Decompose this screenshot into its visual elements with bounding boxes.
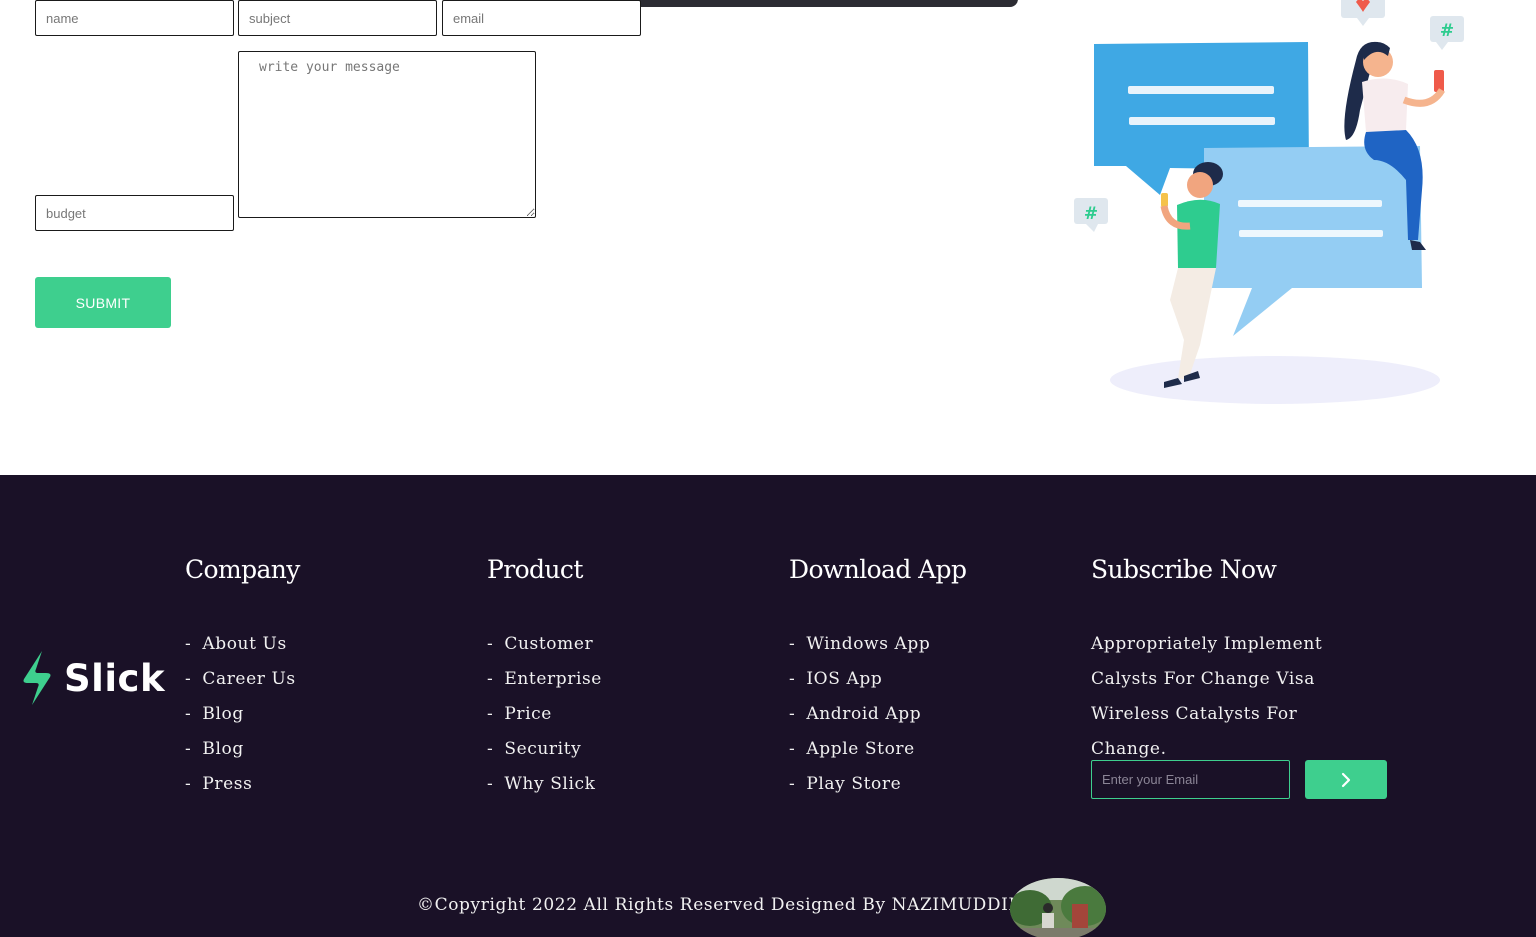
link-label: Security: [504, 739, 582, 759]
logo-text: Slick: [64, 656, 166, 700]
dash: -: [185, 739, 192, 759]
footer-link-why-slick[interactable]: - Why Slick: [487, 767, 602, 802]
dash: -: [789, 704, 796, 724]
chevron-right-icon: [1341, 772, 1351, 787]
footer-column-company: Company - About Us - Career Us - Blog - Blog…: [185, 555, 300, 802]
link-label: Apple Store: [806, 739, 915, 759]
link-label: Windows App: [806, 634, 931, 654]
column-title: Product: [487, 555, 583, 584]
dash: -: [789, 634, 796, 654]
subject-input[interactable]: [238, 0, 437, 36]
footer-link-customer[interactable]: - Customer: [487, 627, 602, 662]
footer-link-career-us[interactable]: - Career Us: [185, 662, 300, 697]
footer-link-apple-store[interactable]: - Apple Store: [789, 732, 966, 767]
link-label: Press: [202, 774, 253, 794]
footer-column-product: Product - Customer - Enterprise - Price - Se…: [487, 555, 602, 802]
link-label: Career Us: [202, 669, 296, 689]
dash: -: [185, 704, 192, 724]
avatar: [1010, 878, 1106, 937]
dash: -: [185, 669, 192, 689]
footer-link-windows-app[interactable]: - Windows App: [789, 627, 966, 662]
footer-link-price[interactable]: - Price: [487, 697, 602, 732]
copyright-text: ©Copyright 2022 All Rights Reserved Desi…: [417, 895, 1029, 915]
link-label: Play Store: [806, 774, 902, 794]
dash: -: [487, 669, 494, 689]
svg-text:#: #: [1440, 21, 1454, 41]
link-label: Why Slick: [504, 774, 596, 794]
budget-input[interactable]: [35, 195, 234, 231]
footer-column-subscribe: Subscribe Now Appropriately Implement Ca…: [1091, 555, 1351, 767]
link-label: Blog: [202, 704, 244, 724]
dash: -: [185, 634, 192, 654]
dash: -: [487, 704, 494, 724]
dash: -: [185, 774, 192, 794]
dash: -: [789, 774, 796, 794]
dash: -: [487, 774, 494, 794]
link-label: Android App: [806, 704, 922, 724]
subscribe-button[interactable]: [1305, 760, 1387, 799]
footer-link-security[interactable]: - Security: [487, 732, 602, 767]
subscribe-email-input[interactable]: [1091, 760, 1290, 799]
footer-column-download-app: Download App - Windows App - IOS App - Andr…: [789, 555, 967, 802]
link-label: Price: [504, 704, 552, 724]
dash: -: [789, 669, 796, 689]
name-input[interactable]: [35, 0, 234, 36]
footer-link-blog[interactable]: - Blog: [185, 697, 300, 732]
column-title: Company: [185, 555, 300, 584]
footer-link-blog-2[interactable]: - Blog: [185, 732, 300, 767]
link-label: About Us: [202, 634, 287, 654]
footer-link-ios-app[interactable]: - IOS App: [789, 662, 966, 697]
submit-button[interactable]: SUBMIT: [35, 277, 171, 328]
message-textarea[interactable]: [238, 51, 536, 218]
link-label: Blog: [202, 739, 244, 759]
link-label: Customer: [504, 634, 594, 654]
footer-link-about-us[interactable]: - About Us: [185, 627, 300, 662]
link-label: IOS App: [806, 669, 883, 689]
column-title: Download App: [789, 555, 967, 584]
link-label: Enterprise: [504, 669, 602, 689]
dash: -: [487, 634, 494, 654]
footer-link-play-store[interactable]: - Play Store: [789, 767, 966, 802]
footer-link-press[interactable]: - Press: [185, 767, 300, 802]
slick-logo[interactable]: Slick: [20, 648, 170, 708]
subscribe-form: [1091, 760, 1387, 799]
svg-text:#: #: [1084, 204, 1098, 224]
chat-illustration: # #: [1074, 0, 1464, 404]
lightning-icon: [23, 651, 51, 705]
subscribe-text: Appropriately Implement Calysts For Chan…: [1091, 634, 1323, 759]
footer-link-enterprise[interactable]: - Enterprise: [487, 662, 602, 697]
column-title: Subscribe Now: [1091, 555, 1277, 584]
site-footer: Slick Company - About Us - Career Us - Blog…: [0, 475, 1536, 937]
email-input[interactable]: [442, 0, 641, 36]
dash: -: [487, 739, 494, 759]
footer-link-android-app[interactable]: - Android App: [789, 697, 966, 732]
dash: -: [789, 739, 796, 759]
